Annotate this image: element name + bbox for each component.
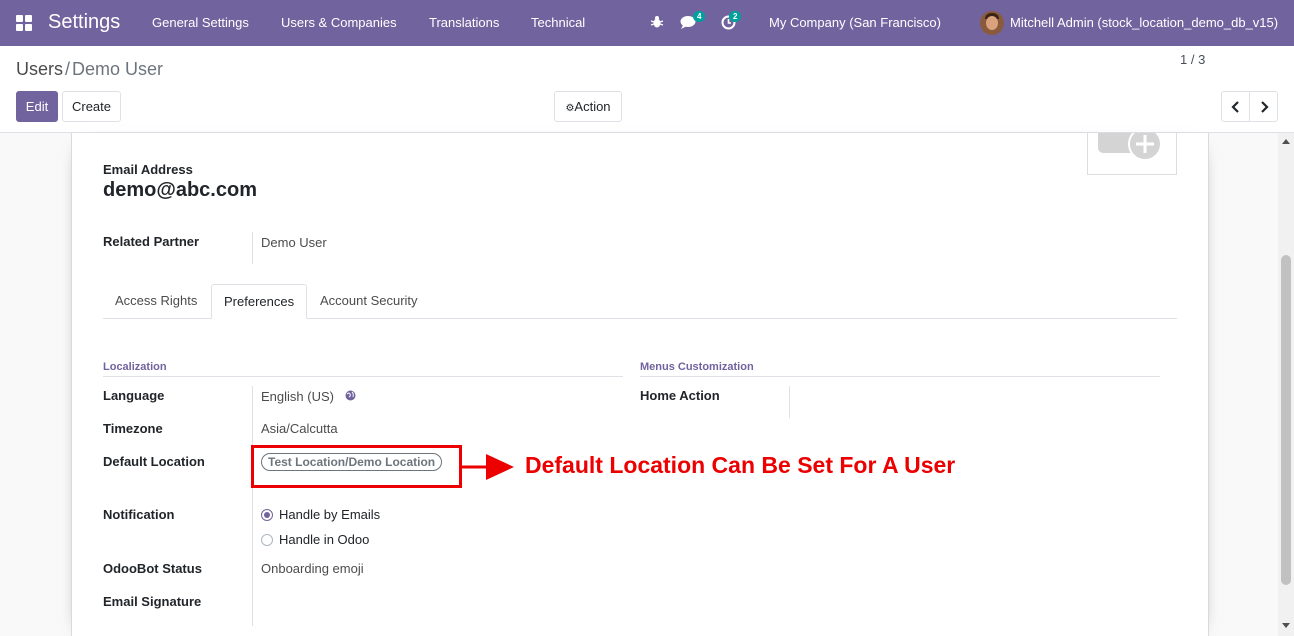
page-scrollbar[interactable]	[1278, 133, 1294, 636]
tab-preferences[interactable]: Preferences	[211, 284, 308, 319]
odoobot-status-value: Onboarding emoji	[261, 561, 364, 576]
user-image-placeholder[interactable]	[1087, 133, 1177, 175]
menus-group-divider	[640, 376, 1160, 377]
localization-group-title: Localization	[103, 361, 167, 373]
activities-badge: 2	[729, 11, 742, 22]
tab-access-rights[interactable]: Access Rights	[103, 284, 209, 319]
create-button[interactable]: Create	[62, 91, 121, 122]
scrollbar-thumb[interactable]	[1281, 255, 1291, 585]
breadcrumb-separator: /	[65, 59, 71, 79]
tab-account-security[interactable]: Account Security	[308, 284, 430, 319]
annotation-text: Default Location Can Be Set For A User	[525, 452, 956, 478]
scroll-down-arrow-icon[interactable]	[1282, 623, 1290, 628]
menu-general-settings[interactable]: General Settings	[152, 15, 249, 30]
language-value: English (US)	[261, 389, 334, 404]
highlight-box	[251, 445, 462, 488]
edit-button[interactable]: Edit	[16, 91, 58, 122]
related-partner-label: Related Partner	[103, 234, 200, 249]
pager-value[interactable]: 1 / 3	[1180, 52, 1205, 67]
breadcrumb-users-link[interactable]: Users	[16, 59, 63, 79]
related-partner-value[interactable]: Demo User	[261, 235, 327, 250]
menu-technical[interactable]: Technical	[531, 15, 585, 30]
app-title[interactable]: Settings	[48, 11, 120, 34]
default-location-label: Default Location	[103, 454, 205, 469]
apps-grid-icon[interactable]	[16, 15, 32, 31]
action-button[interactable]: ⚙Action	[554, 91, 622, 122]
form-sheet	[71, 133, 1209, 636]
email-signature-label: Email Signature	[103, 594, 202, 609]
debug-bug-icon[interactable]	[650, 15, 664, 29]
localization-group-divider	[103, 376, 623, 377]
menu-translations[interactable]: Translations	[429, 15, 499, 30]
chevron-right-icon	[1260, 101, 1269, 113]
language-label: Language	[103, 388, 165, 403]
timezone-value: Asia/Calcutta	[261, 421, 338, 436]
timezone-label: Timezone	[103, 421, 163, 436]
annotation-arrow-icon	[462, 454, 514, 480]
home-action-label: Home Action	[640, 388, 720, 403]
radio-handle-by-emails-label[interactable]: Handle by Emails	[279, 507, 380, 522]
chevron-left-icon	[1230, 101, 1239, 113]
breadcrumb-current: Demo User	[72, 59, 164, 79]
user-avatar[interactable]	[980, 11, 1004, 35]
odoobot-status-label: OdooBot Status	[103, 561, 202, 576]
breadcrumb: Users / Demo User	[16, 59, 163, 80]
field-divider	[789, 386, 790, 418]
control-panel: Users / Demo User Edit Create ⚙Action	[0, 46, 1294, 133]
company-switcher[interactable]: My Company (San Francisco)	[769, 15, 941, 30]
globe-icon[interactable]	[345, 390, 356, 401]
email-label: Email Address	[103, 162, 193, 177]
email-value: demo@abc.com	[103, 179, 257, 201]
pager-previous-button[interactable]	[1221, 91, 1250, 122]
field-divider	[252, 232, 253, 264]
add-image-icon	[1098, 133, 1162, 161]
user-menu[interactable]: Mitchell Admin (stock_location_demo_db_v…	[1010, 15, 1278, 30]
scroll-up-arrow-icon[interactable]	[1282, 139, 1290, 144]
radio-handle-by-emails[interactable]	[261, 509, 273, 521]
menus-customization-group-title: Menus Customization	[640, 361, 754, 373]
menu-users-companies[interactable]: Users & Companies	[281, 15, 397, 30]
radio-handle-in-odoo[interactable]	[261, 534, 273, 546]
action-label: Action	[574, 99, 611, 114]
top-navbar: Settings General Settings Users & Compan…	[0, 0, 1294, 46]
notebook-tabs: Access Rights Preferences Account Securi…	[103, 284, 1177, 319]
pager-next-button[interactable]	[1249, 91, 1278, 122]
radio-handle-in-odoo-label[interactable]: Handle in Odoo	[279, 532, 369, 547]
notification-label: Notification	[103, 507, 175, 522]
field-divider	[252, 386, 253, 626]
messages-badge: 4	[693, 11, 706, 22]
